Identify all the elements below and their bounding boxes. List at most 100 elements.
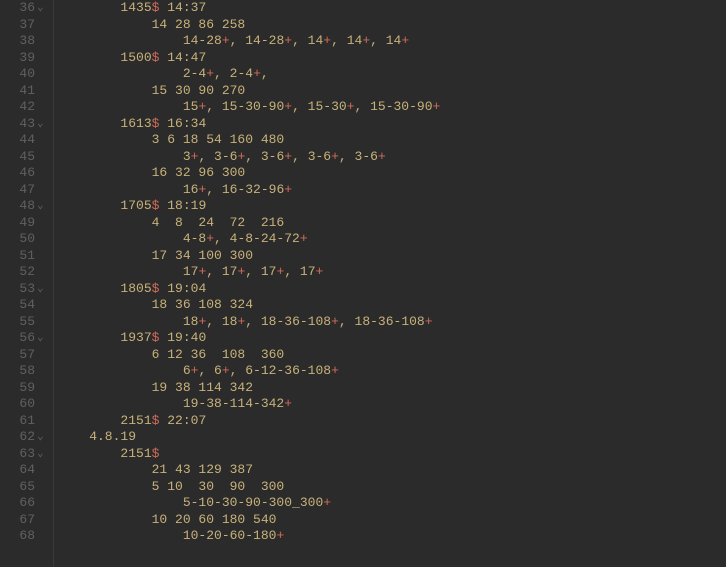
- gutter-line[interactable]: 60: [8, 396, 49, 413]
- line-number: 68: [19, 528, 35, 545]
- code-line[interactable]: 2-4+, 2-4+,: [58, 66, 440, 83]
- gutter-line[interactable]: 56⌄: [8, 330, 49, 347]
- gutter-line[interactable]: 62⌄: [8, 429, 49, 446]
- code-line[interactable]: 4.8.19: [58, 429, 440, 446]
- line-number: 39: [19, 50, 35, 67]
- gutter-line[interactable]: 41: [8, 83, 49, 100]
- code-line[interactable]: 19-38-114-342+: [58, 396, 440, 413]
- gutter-line[interactable]: 45: [8, 149, 49, 166]
- gutter-line[interactable]: 51: [8, 248, 49, 265]
- gutter-line[interactable]: 44: [8, 132, 49, 149]
- chevron-down-icon[interactable]: ⌄: [37, 281, 49, 298]
- line-number: 43: [19, 116, 35, 133]
- code-line[interactable]: 16 32 96 300: [58, 165, 440, 182]
- code-line[interactable]: 17 34 100 300: [58, 248, 440, 265]
- chevron-down-icon[interactable]: ⌄: [37, 446, 49, 463]
- gutter-line[interactable]: 59: [8, 380, 49, 397]
- code-line[interactable]: 1705$ 18:19: [58, 198, 440, 215]
- code-token: 3 6 18 54 160 480: [58, 132, 284, 147]
- gutter-line[interactable]: 46: [8, 165, 49, 182]
- gutter-line[interactable]: 67: [8, 512, 49, 529]
- code-line[interactable]: 2151$ 22:07: [58, 413, 440, 430]
- code-line[interactable]: 16+, 16-32-96+: [58, 182, 440, 199]
- line-number: 63: [19, 446, 35, 463]
- code-line[interactable]: 3+, 3-6+, 3-6+, 3-6+, 3-6+: [58, 149, 440, 166]
- gutter-line[interactable]: 47: [8, 182, 49, 199]
- code-line[interactable]: 14-28+, 14-28+, 14+, 14+, 14+: [58, 33, 440, 50]
- line-number: 54: [19, 297, 35, 314]
- code-token: 2-4: [58, 66, 206, 81]
- gutter-line[interactable]: 48⌄: [8, 198, 49, 215]
- chevron-down-icon[interactable]: ⌄: [37, 330, 49, 347]
- gutter-line[interactable]: 38: [8, 33, 49, 50]
- gutter-line[interactable]: 68: [8, 528, 49, 545]
- gutter-line[interactable]: 37: [8, 17, 49, 34]
- gutter-line[interactable]: 53⌄: [8, 281, 49, 298]
- gutter-line[interactable]: 57: [8, 347, 49, 364]
- code-line[interactable]: 15+, 15-30-90+, 15-30+, 15-30-90+: [58, 99, 440, 116]
- line-number-gutter[interactable]: 36⌄37383940414243⌄4445464748⌄4950515253⌄…: [0, 0, 54, 567]
- line-number: 44: [19, 132, 35, 149]
- gutter-line[interactable]: 50: [8, 231, 49, 248]
- code-line[interactable]: 4 8 24 72 216: [58, 215, 440, 232]
- code-editor[interactable]: 36⌄37383940414243⌄4445464748⌄4950515253⌄…: [0, 0, 726, 567]
- gutter-line[interactable]: 52: [8, 264, 49, 281]
- gutter-line[interactable]: 54: [8, 297, 49, 314]
- line-number: 47: [19, 182, 35, 199]
- gutter-line[interactable]: 39: [8, 50, 49, 67]
- code-token: 4 8 24 72 216: [58, 215, 284, 230]
- gutter-line[interactable]: 42: [8, 99, 49, 116]
- code-token: 6 12 36 108 360: [58, 347, 284, 362]
- gutter-line[interactable]: 58: [8, 363, 49, 380]
- line-number: 64: [19, 462, 35, 479]
- gutter-line[interactable]: 64: [8, 462, 49, 479]
- code-line[interactable]: 21 43 129 387: [58, 462, 440, 479]
- gutter-line[interactable]: 55: [8, 314, 49, 331]
- code-token: , 14-28: [230, 33, 285, 48]
- code-line[interactable]: 3 6 18 54 160 480: [58, 132, 440, 149]
- code-token: +: [316, 264, 324, 279]
- chevron-down-icon[interactable]: ⌄: [37, 0, 49, 17]
- code-line[interactable]: 4-8+, 4-8-24-72+: [58, 231, 440, 248]
- gutter-line[interactable]: 61: [8, 413, 49, 430]
- code-token: , 17: [245, 264, 276, 279]
- code-line[interactable]: 1805$ 19:04: [58, 281, 440, 298]
- code-token: 15 30 90 270: [58, 83, 245, 98]
- code-line[interactable]: 15 30 90 270: [58, 83, 440, 100]
- chevron-down-icon[interactable]: ⌄: [37, 116, 49, 133]
- code-line[interactable]: 17+, 17+, 17+, 17+: [58, 264, 440, 281]
- gutter-line[interactable]: 66: [8, 495, 49, 512]
- gutter-line[interactable]: 43⌄: [8, 116, 49, 133]
- code-token: +: [284, 149, 292, 164]
- code-line[interactable]: 6 12 36 108 360: [58, 347, 440, 364]
- code-token: , 18: [206, 314, 237, 329]
- code-line[interactable]: 18+, 18+, 18-36-108+, 18-36-108+: [58, 314, 440, 331]
- gutter-line[interactable]: 49: [8, 215, 49, 232]
- gutter-line[interactable]: 65: [8, 479, 49, 496]
- code-line[interactable]: 5-10-30-90-300_300+: [58, 495, 440, 512]
- code-line[interactable]: 1435$ 14:37: [58, 0, 440, 17]
- chevron-down-icon[interactable]: ⌄: [37, 198, 49, 215]
- code-line[interactable]: 19 38 114 342: [58, 380, 440, 397]
- gutter-line[interactable]: 40: [8, 66, 49, 83]
- code-line[interactable]: 18 36 108 324: [58, 297, 440, 314]
- code-token: , 15-30-90: [206, 99, 284, 114]
- code-line[interactable]: 5 10 30 90 300: [58, 479, 440, 496]
- code-token: +: [347, 99, 355, 114]
- code-line[interactable]: 10 20 60 180 540: [58, 512, 440, 529]
- code-token: , 15-30-90: [355, 99, 433, 114]
- code-token: 1937: [58, 330, 152, 345]
- code-line[interactable]: 2151$: [58, 446, 440, 463]
- code-line[interactable]: 1500$ 14:47: [58, 50, 440, 67]
- code-line[interactable]: 1613$ 16:34: [58, 116, 440, 133]
- code-line[interactable]: 1937$ 19:40: [58, 330, 440, 347]
- gutter-line[interactable]: 36⌄: [8, 0, 49, 17]
- code-token: 14:47: [159, 50, 206, 65]
- code-line[interactable]: 6+, 6+, 6-12-36-108+: [58, 363, 440, 380]
- code-line[interactable]: 10-20-60-180+: [58, 528, 440, 545]
- chevron-down-icon[interactable]: ⌄: [37, 429, 49, 446]
- code-area[interactable]: 1435$ 14:37 14 28 86 258 14-28+, 14-28+,…: [54, 0, 440, 567]
- gutter-line[interactable]: 63⌄: [8, 446, 49, 463]
- code-line[interactable]: 14 28 86 258: [58, 17, 440, 34]
- line-number: 57: [19, 347, 35, 364]
